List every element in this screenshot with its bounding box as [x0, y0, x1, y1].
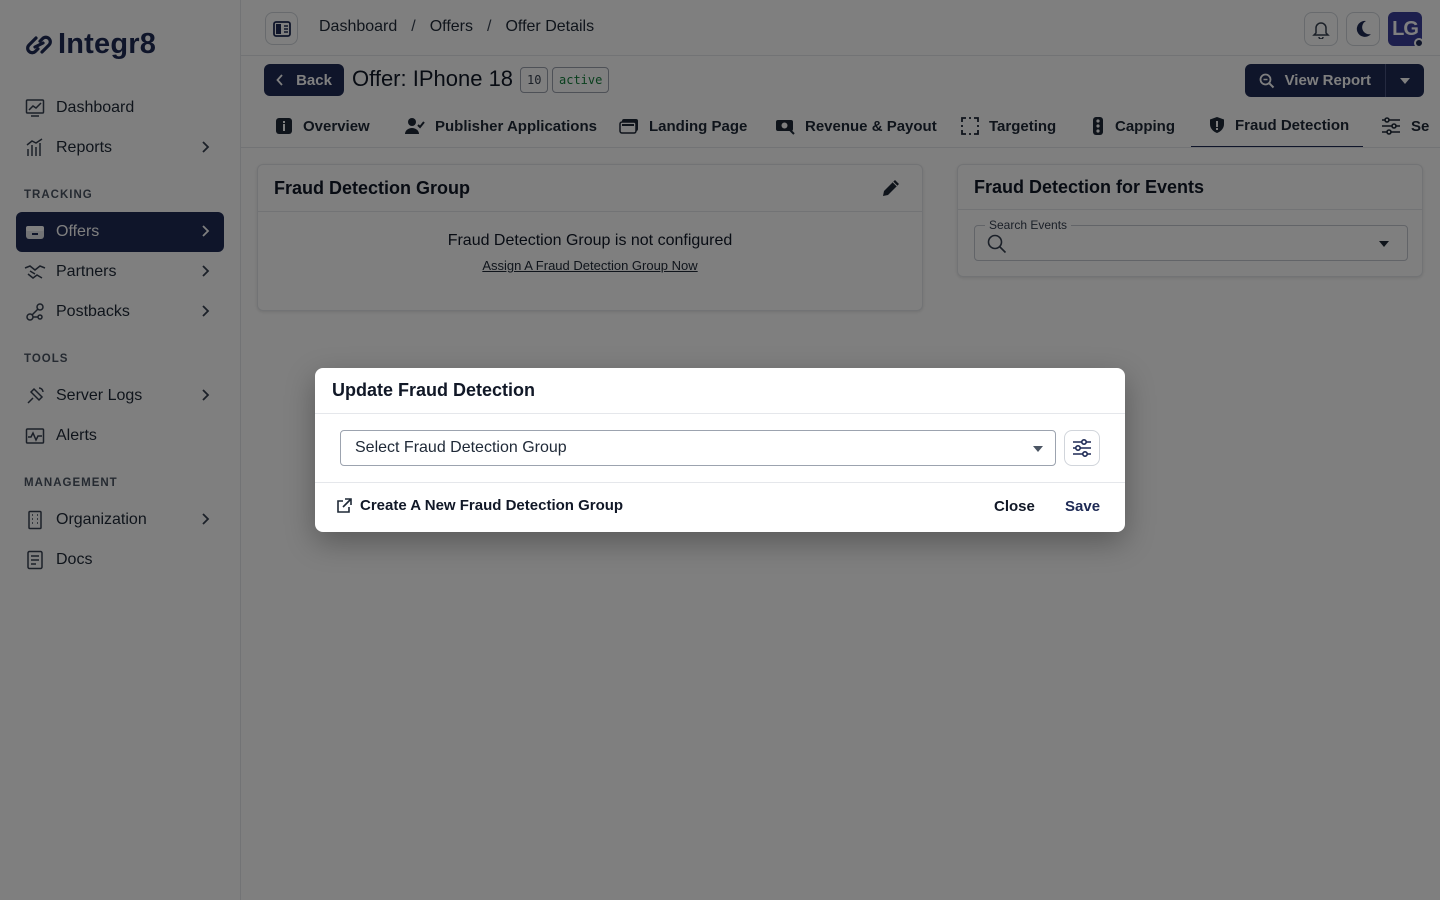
external-link-icon: [337, 497, 352, 513]
update-fraud-detection-dialog: Update Fraud Detection Select Fraud Dete…: [315, 368, 1125, 532]
caret-down-icon: [1033, 446, 1043, 452]
save-button[interactable]: Save: [1065, 498, 1100, 515]
dialog-title: Update Fraud Detection: [315, 368, 1125, 414]
close-button[interactable]: Close: [994, 498, 1035, 515]
select-placeholder: Select Fraud Detection Group: [355, 439, 567, 456]
create-link-label: Create A New Fraud Detection Group: [360, 497, 624, 514]
sliders-icon: [1073, 438, 1091, 458]
create-fraud-group-link[interactable]: Create A New Fraud Detection Group: [336, 497, 623, 514]
filter-settings-button[interactable]: [1064, 430, 1100, 466]
dialog-footer: Create A New Fraud Detection Group Close…: [315, 482, 1125, 532]
fraud-group-select[interactable]: Select Fraud Detection Group: [340, 430, 1056, 466]
